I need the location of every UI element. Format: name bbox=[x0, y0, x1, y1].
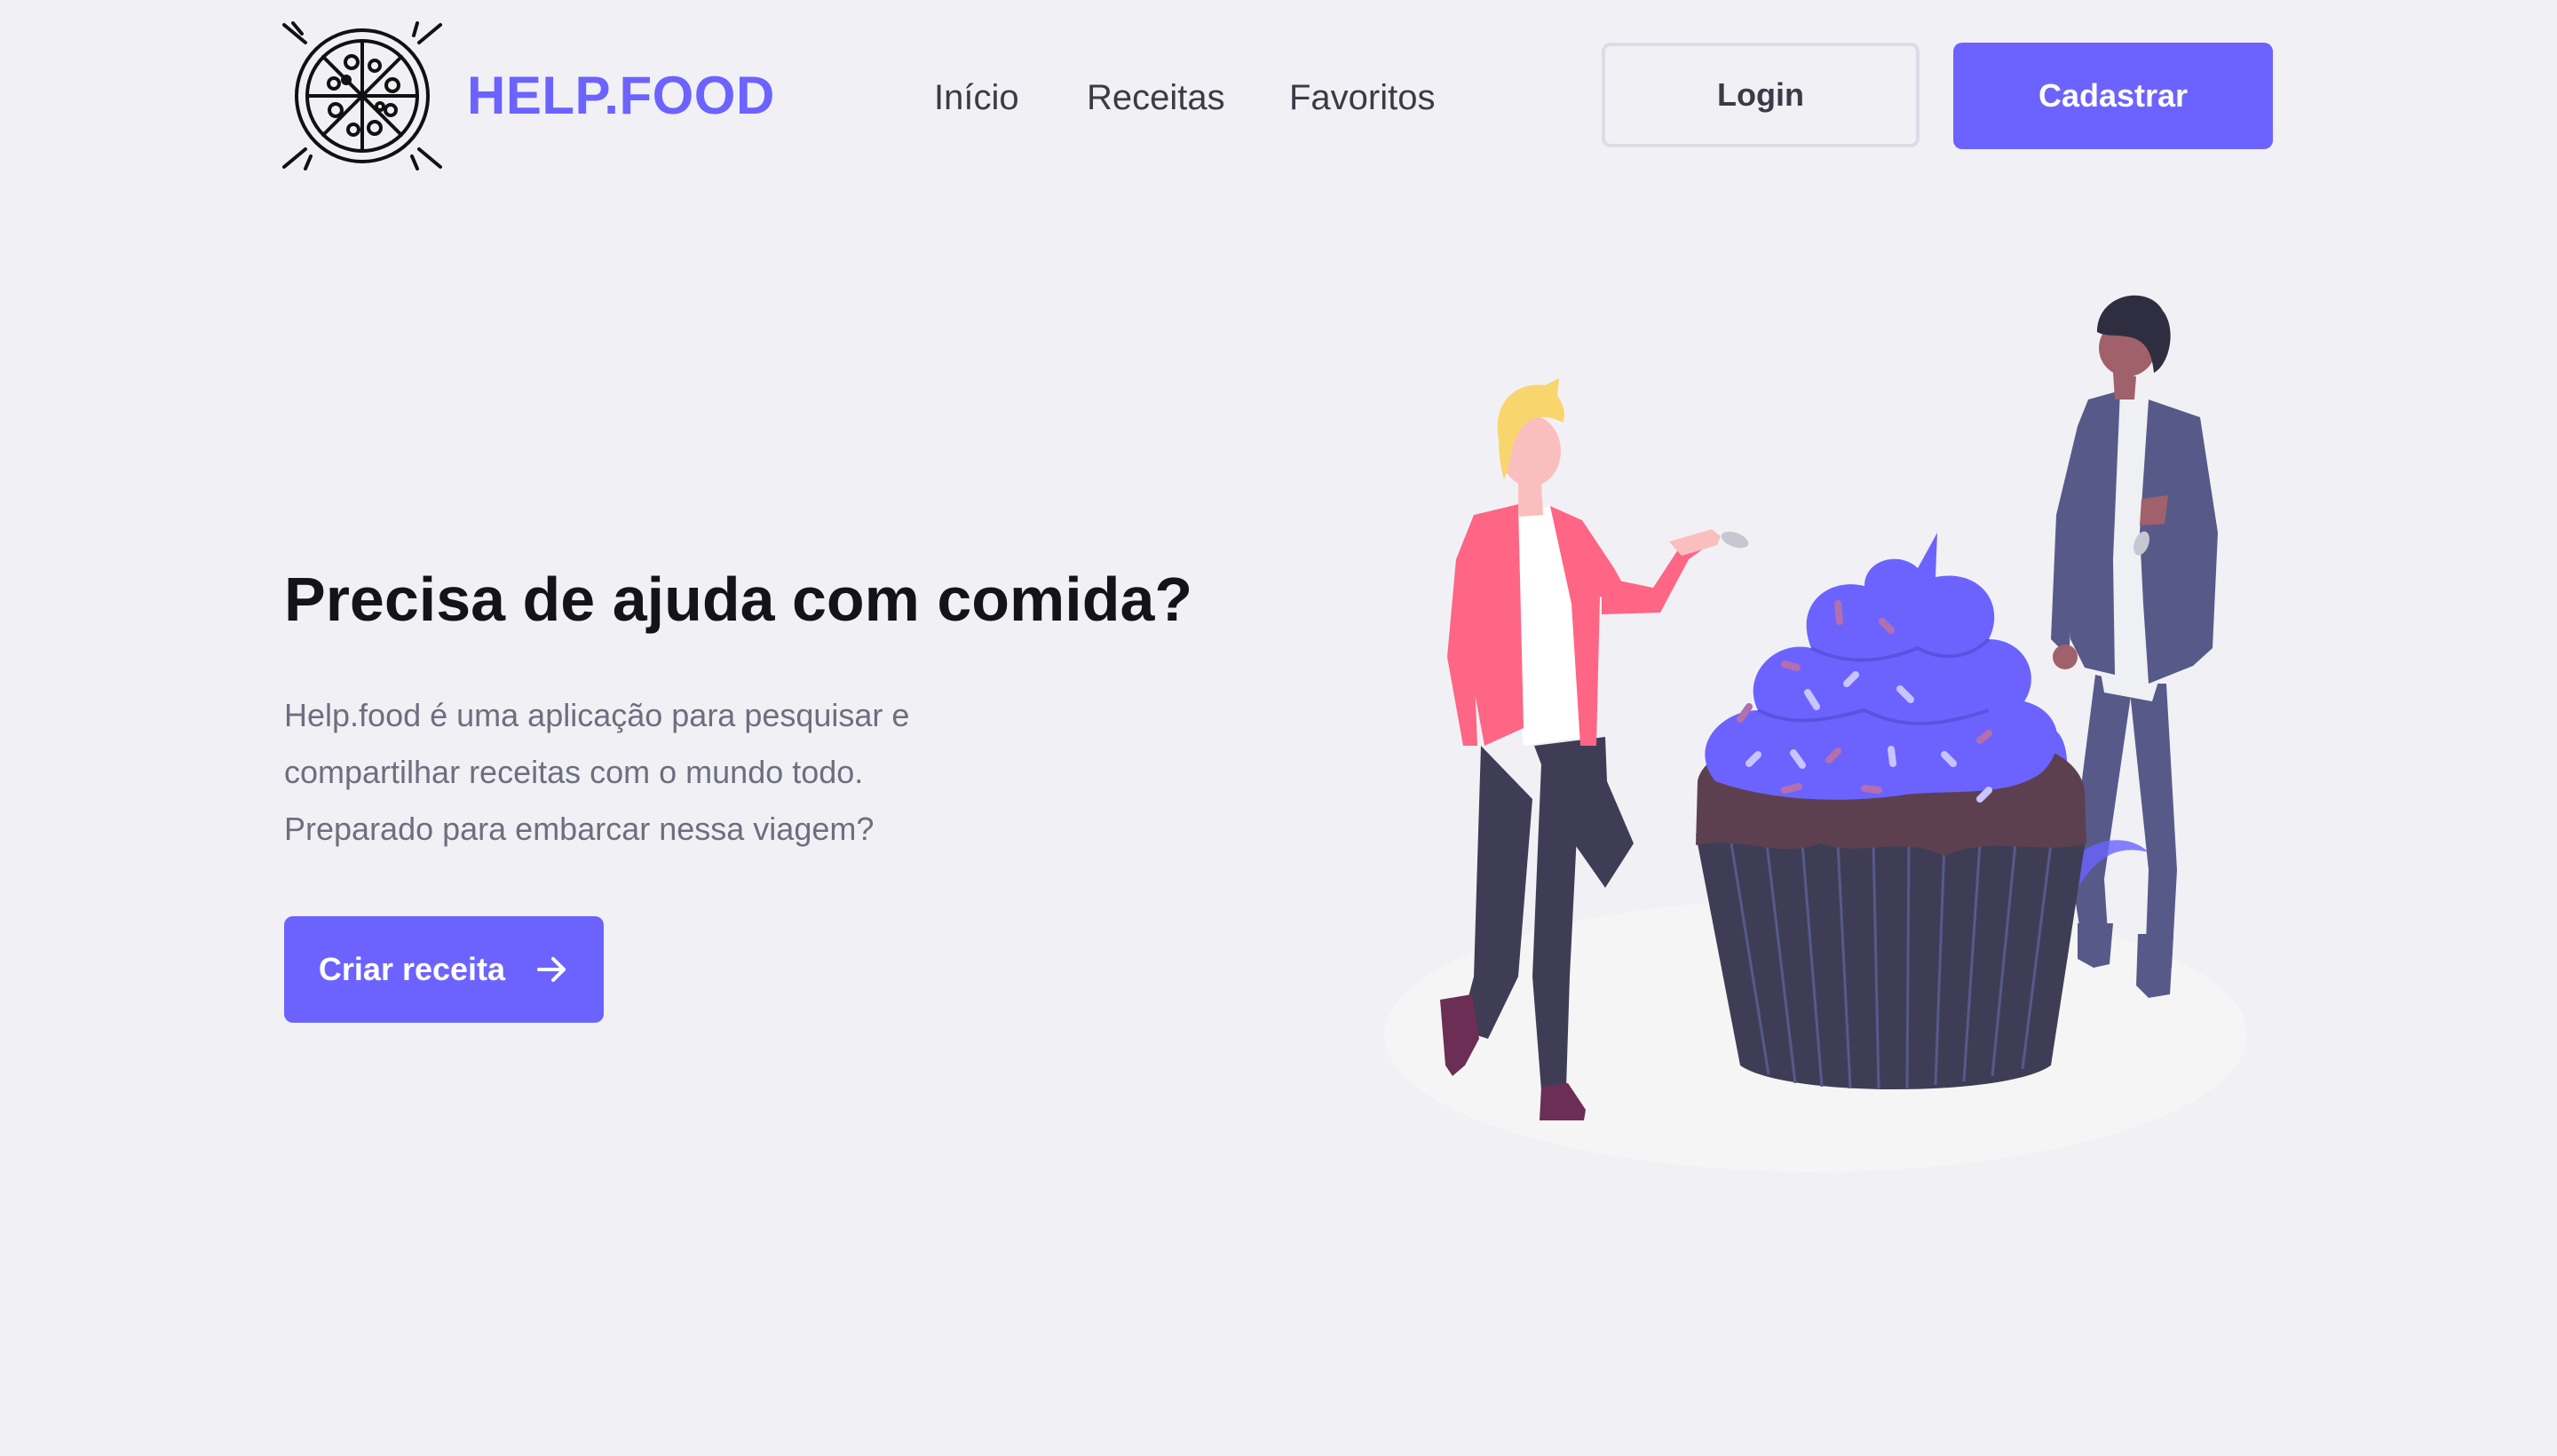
arrow-right-icon bbox=[537, 957, 566, 982]
create-recipe-button[interactable]: Criar receita bbox=[284, 916, 604, 1023]
nav-link-favoritos[interactable]: Favoritos bbox=[1289, 71, 1436, 124]
brand-name[interactable]: HELP.FOOD bbox=[467, 64, 775, 128]
hero-description: Help.food é uma aplicação para pesquisar… bbox=[284, 687, 959, 858]
nav-link-receitas[interactable]: Receitas bbox=[1087, 71, 1225, 124]
hero-description-line: Preparado para embarcar nessa viagem? bbox=[284, 811, 875, 847]
nav-link-inicio[interactable]: Início bbox=[934, 71, 1019, 124]
hero-title: Precisa de ajuda com comida? bbox=[284, 565, 1193, 634]
pizza-icon[interactable] bbox=[282, 21, 442, 170]
hero-description-line: Help.food é uma aplicação para pesquisar… bbox=[284, 697, 910, 733]
create-recipe-label: Criar receita bbox=[318, 951, 506, 987]
login-button[interactable]: Login bbox=[1602, 43, 1920, 147]
cupcake-people-illustration bbox=[1384, 295, 2247, 1172]
signup-button[interactable]: Cadastrar bbox=[1953, 43, 2273, 149]
hero-description-line: compartilhar receitas com o mundo todo. bbox=[284, 754, 864, 790]
header: HELP.FOOD Início Receitas Favoritos Logi… bbox=[0, 0, 2557, 195]
